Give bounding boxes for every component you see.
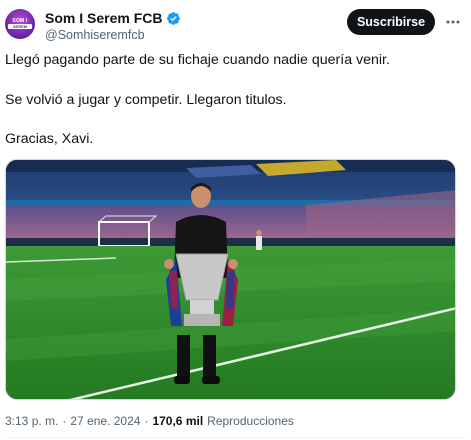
tweet-date[interactable]: 27 ene. 2024 [70, 414, 140, 428]
author-handle[interactable]: @Somhiseremfcb [45, 28, 145, 42]
display-name[interactable]: Som I Serem FCB [45, 10, 162, 26]
views-count: 170,6 mil [152, 414, 204, 428]
avatar[interactable]: SOM I SEREM [5, 9, 35, 39]
meta-separator: · [144, 414, 149, 428]
avatar-band-text: SEREM [12, 24, 28, 29]
more-options-icon[interactable] [445, 14, 461, 30]
tweet-text-line-3: Gracias, Xavi. [5, 131, 94, 147]
tweet-text-line-1: Llegó pagando parte de su fichaje cuando… [5, 52, 390, 68]
tweet-text-line-2: Se volvió a jugar y competir. Llegaron t… [5, 92, 287, 108]
tweet-metadata: 3:13 p. m. · 27 ene. 2024 · 170,6 mil Re… [5, 414, 294, 428]
divider [5, 437, 465, 438]
verified-badge-icon [166, 11, 181, 26]
tweet-card: SOM I SEREM Som I Serem FCB @Somhiseremf… [0, 0, 471, 440]
subscribe-button[interactable]: Suscribirse [347, 9, 435, 35]
views-label: Reproducciones [207, 414, 294, 428]
meta-separator: · [62, 414, 67, 428]
tweet-time[interactable]: 3:13 p. m. [5, 414, 58, 428]
author-name-row[interactable]: Som I Serem FCB [45, 9, 181, 27]
tweet-photo[interactable] [5, 159, 456, 400]
stadium-photo-illustration [6, 160, 455, 399]
